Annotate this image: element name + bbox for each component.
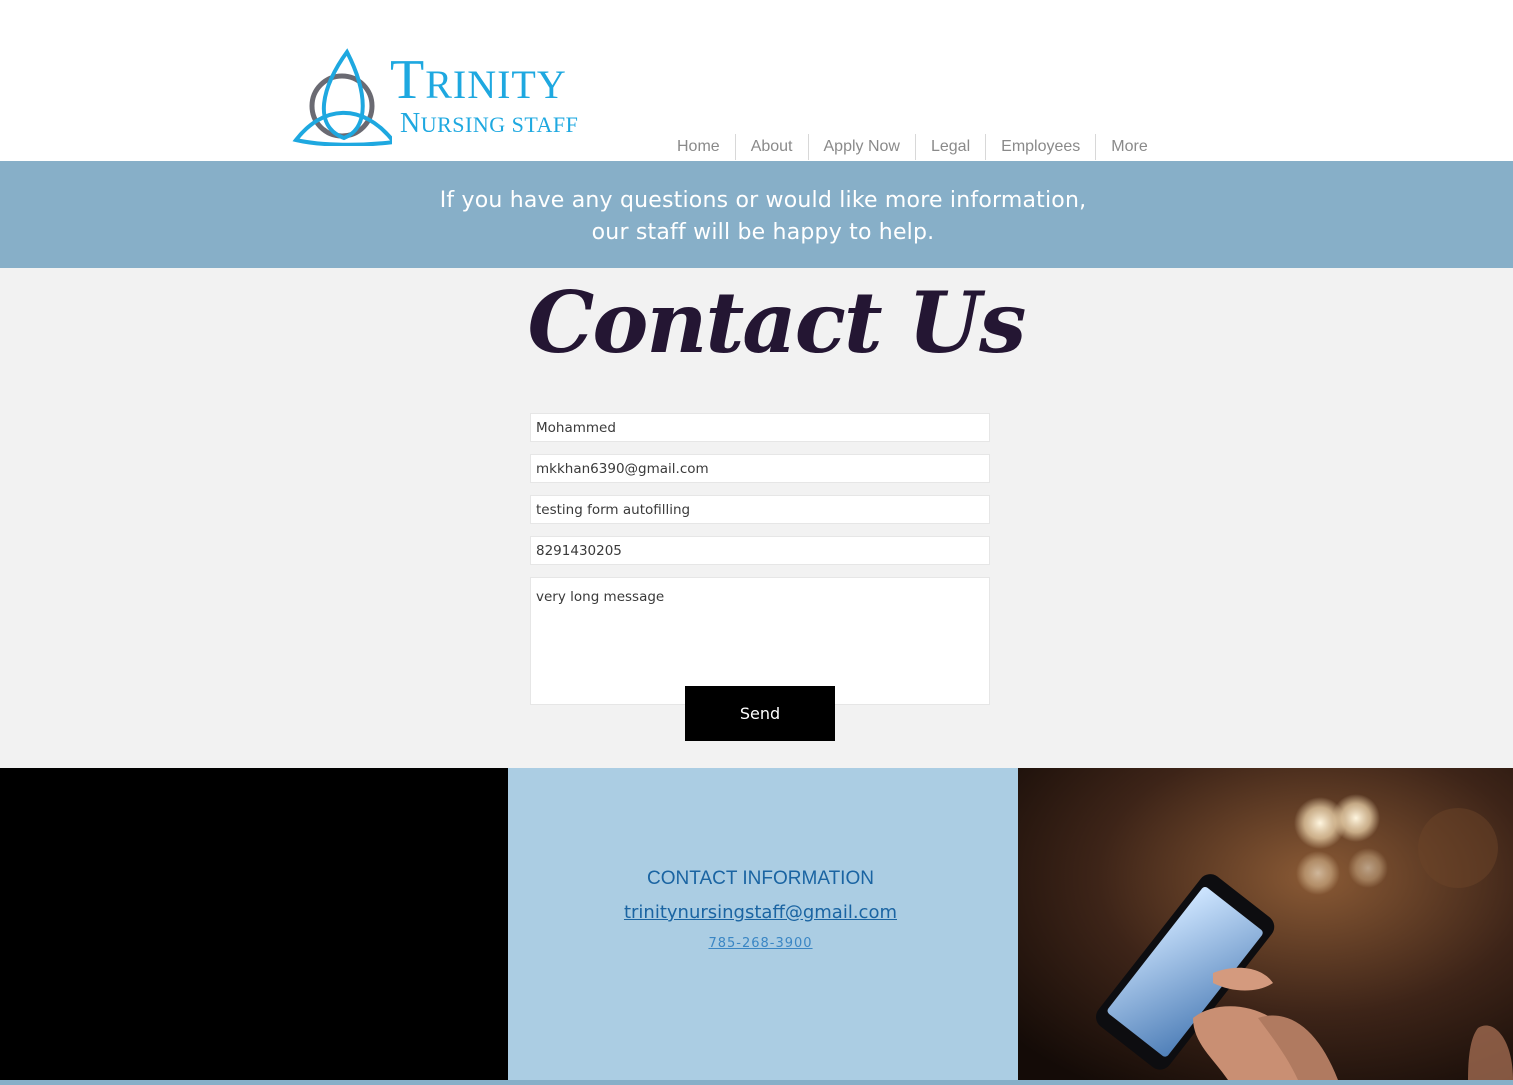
email-input[interactable] (530, 454, 990, 483)
contact-email-link[interactable]: trinitynursingstaff@gmail.com (508, 902, 1013, 923)
send-button[interactable]: Send (685, 686, 835, 741)
trinity-logo[interactable]: TRINITY NURSING STAFF (292, 46, 592, 148)
logo-word-trinity: TRINITY (390, 49, 567, 111)
contact-phone-link[interactable]: 785-268-3900 (508, 936, 1013, 951)
phone-input[interactable] (530, 536, 990, 565)
nav-apply-now[interactable]: Apply Now (807, 134, 915, 160)
banner-text: If you have any questions or would like … (0, 185, 1513, 249)
info-banner: If you have any questions or would like … (0, 161, 1513, 268)
footer-black-panel (0, 768, 508, 1080)
contact-info-title: CONTACT INFORMATION (647, 868, 874, 889)
subject-input[interactable] (530, 495, 990, 524)
banner-line-1: If you have any questions or would like … (439, 188, 1087, 213)
nav-home[interactable]: Home (662, 134, 735, 160)
nav-employees[interactable]: Employees (985, 134, 1095, 160)
contact-section: Contact Us very long message Send (0, 268, 1513, 768)
footer: CONTACT INFORMATION trinitynursingstaff@… (0, 768, 1513, 1085)
contact-title: Contact Us (527, 273, 1027, 372)
trinity-knot-icon (292, 48, 392, 146)
name-input[interactable] (530, 413, 990, 442)
phone-in-hand-photo (1018, 768, 1513, 1080)
main-nav: Home About Apply Now Legal Employees Mor… (662, 134, 1163, 160)
phone-photo-illustration (1018, 768, 1513, 1080)
site-header: TRINITY NURSING STAFF Home About Apply N… (0, 0, 1513, 161)
logo-word-nursing-staff: NURSING STAFF (400, 108, 579, 139)
contact-info-panel: CONTACT INFORMATION trinitynursingstaff@… (508, 768, 1018, 1080)
nav-about[interactable]: About (734, 134, 808, 160)
nav-more[interactable]: More (1095, 134, 1162, 160)
banner-line-2: our staff will be happy to help. (591, 220, 935, 245)
nav-legal[interactable]: Legal (914, 134, 985, 160)
